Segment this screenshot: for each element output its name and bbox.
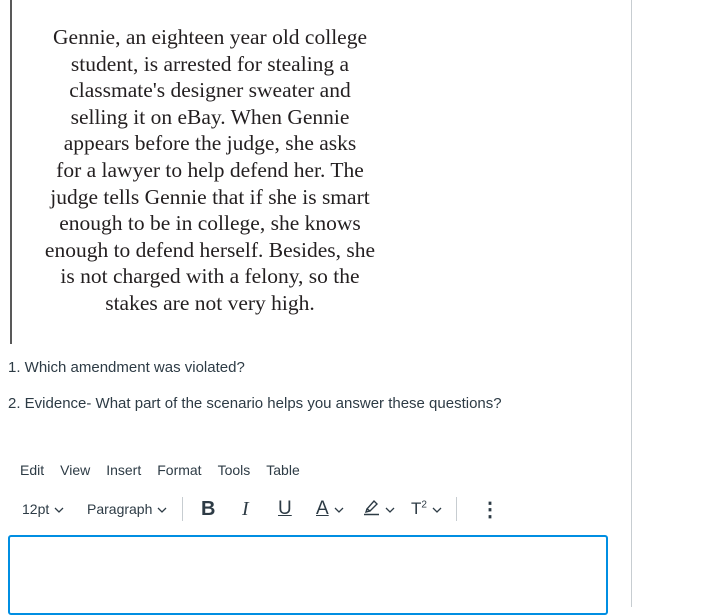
text-color-button[interactable]: A — [316, 494, 344, 524]
menu-insert[interactable]: Insert — [106, 462, 141, 480]
scenario-line: selling it on eBay. When Gennie — [70, 104, 350, 129]
scenario-line: stakes are not very high. — [105, 290, 315, 315]
scenario-line: is not charged with a felony, so the — [60, 264, 360, 289]
menu-table[interactable]: Table — [266, 462, 299, 480]
more-options-button[interactable]: ⋮ — [480, 494, 500, 524]
bold-icon: B — [201, 497, 216, 520]
menu-edit[interactable]: Edit — [20, 462, 44, 480]
highlight-color-icon — [363, 498, 380, 521]
question-2: 2. Evidence- What part of the scenario h… — [8, 395, 502, 412]
text-color-icon: A — [316, 498, 329, 519]
highlight-color-button[interactable] — [363, 494, 395, 524]
scenario-line: judge tells Gennie that if she is smart — [50, 184, 370, 209]
toolbar-separator — [456, 497, 457, 521]
superscript-icon: T2 — [411, 499, 427, 518]
menu-format[interactable]: Format — [157, 462, 201, 480]
scenario-line: enough to be in college, she knows — [59, 211, 361, 236]
scenario-image-text: Gennie, an eighteen year old college stu… — [38, 24, 382, 317]
italic-button[interactable]: I — [242, 494, 249, 524]
chevron-down-icon — [334, 500, 344, 518]
right-panel-divider — [631, 0, 632, 607]
underline-icon: U — [278, 498, 292, 519]
font-size-dropdown[interactable]: 12pt — [22, 494, 64, 524]
block-format-dropdown[interactable]: Paragraph — [87, 494, 167, 524]
italic-icon: I — [242, 497, 249, 520]
scenario-line: for a lawyer to help defend her. The — [56, 157, 364, 182]
chevron-down-icon — [54, 500, 64, 518]
font-size-value: 12pt — [22, 501, 50, 517]
question-1: 1. Which amendment was violated? — [8, 359, 245, 376]
editor-menubar: Edit View Insert Format Tools Table — [20, 462, 316, 480]
blockquote-bar — [10, 0, 12, 344]
scenario-line: enough to defend herself. Besides, she — [44, 237, 376, 262]
chevron-down-icon — [157, 500, 167, 518]
block-format-value: Paragraph — [87, 501, 153, 517]
bold-button[interactable]: B — [201, 494, 215, 524]
rich-text-editor-area[interactable] — [8, 535, 608, 615]
more-vertical-icon: ⋮ — [480, 498, 500, 521]
toolbar-separator — [182, 497, 183, 521]
menu-tools[interactable]: Tools — [218, 462, 251, 480]
menu-view[interactable]: View — [60, 462, 90, 480]
scenario-line: appears before the judge, she asks — [63, 131, 357, 156]
chevron-down-icon — [385, 500, 395, 518]
chevron-down-icon — [432, 500, 442, 518]
scenario-line: classmate's designer sweater and — [69, 78, 351, 103]
superscript-button[interactable]: T2 — [411, 494, 442, 524]
scenario-line: student, is arrested for stealing a — [70, 51, 350, 76]
scenario-line: Gennie, an eighteen year old college — [53, 25, 367, 49]
editor-toolbar: 12pt Paragraph B I U A T2 ⋮ — [14, 494, 504, 524]
underline-button[interactable]: U — [278, 494, 292, 524]
